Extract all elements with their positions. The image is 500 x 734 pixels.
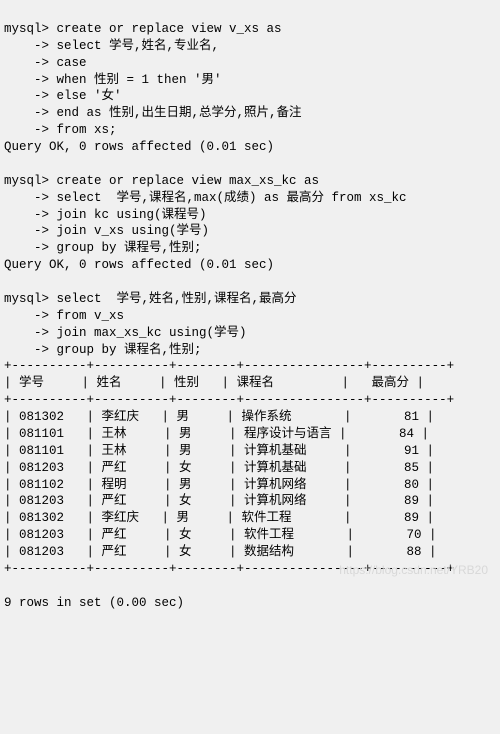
terminal-output: mysql> create or replace view v_xs as ->… <box>4 21 496 612</box>
